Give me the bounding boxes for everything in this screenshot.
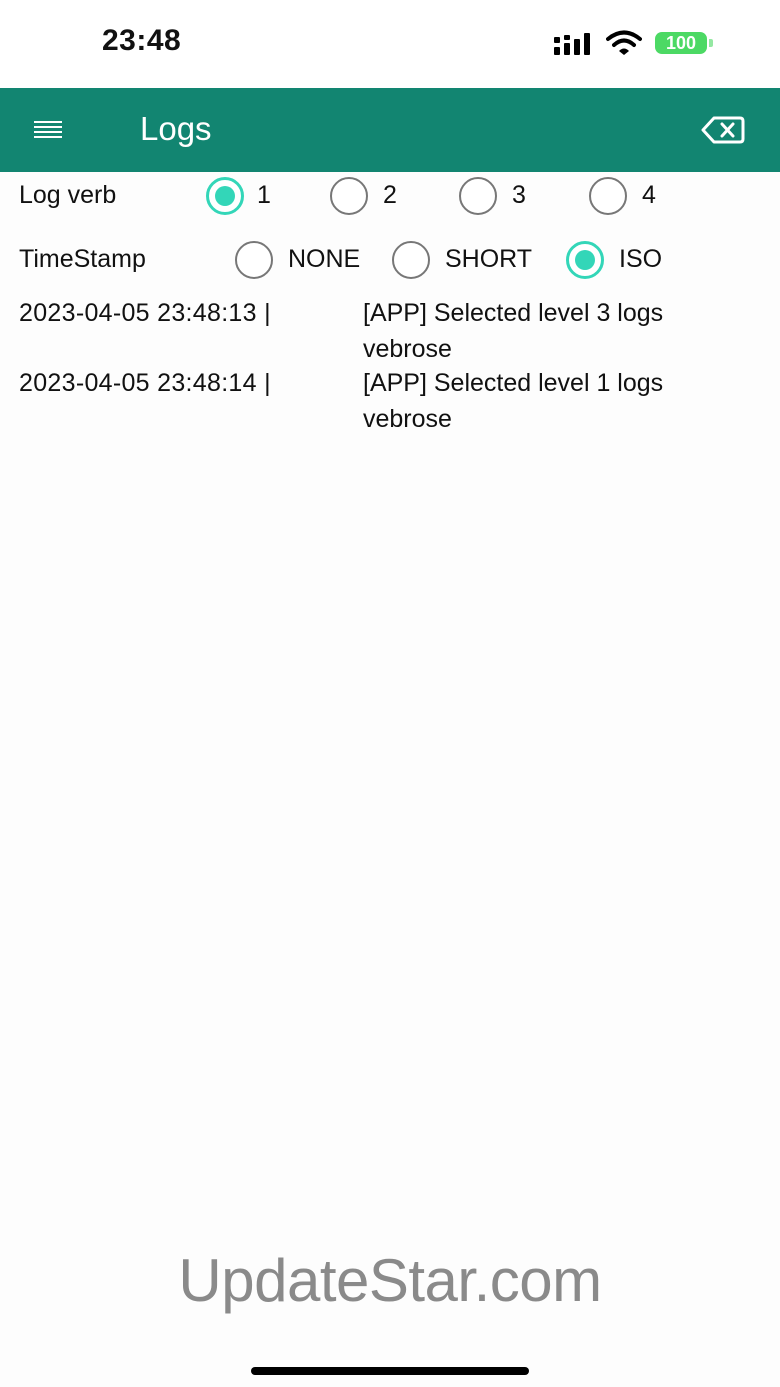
- log-verb-label: Log verb: [19, 181, 117, 209]
- wifi-icon: [606, 30, 642, 55]
- menu-bar-line: [34, 121, 62, 123]
- app-bar: Logs: [0, 88, 780, 172]
- status-time: 23:48: [102, 24, 182, 57]
- log-verb-radio-1[interactable]: [206, 177, 244, 215]
- page-title: Logs: [140, 110, 212, 147]
- log-verb-option-label: 2: [383, 181, 397, 209]
- menu-button[interactable]: [26, 110, 70, 150]
- screen: 23:48 100 Logs Log verb 1 2 3 4 TimeStam…: [0, 0, 780, 1387]
- battery-icon: 100: [655, 32, 713, 54]
- log-verb-option-label: 4: [642, 181, 656, 209]
- log-verb-radio-4[interactable]: [589, 177, 627, 215]
- log-verb-option-label: 1: [257, 181, 271, 209]
- timestamp-radio-none[interactable]: [235, 241, 273, 279]
- timestamp-label: TimeStamp: [19, 245, 146, 273]
- timestamp-option-label: ISO: [619, 245, 663, 273]
- battery-level: 100: [655, 32, 707, 54]
- log-entry-timestamp: 2023-04-05 23:48:13 |: [19, 299, 271, 327]
- log-verb-radio-2[interactable]: [330, 177, 368, 215]
- log-verb-option-label: 3: [512, 181, 526, 209]
- menu-bar-line: [34, 136, 62, 138]
- signal-icon: [554, 33, 590, 55]
- menu-bar-line: [34, 131, 62, 133]
- status-bar: 23:48 100: [0, 0, 780, 88]
- timestamp-radio-iso[interactable]: [566, 241, 604, 279]
- watermark: UpdateStar.com: [178, 1247, 602, 1314]
- home-indicator[interactable]: [251, 1367, 529, 1375]
- timestamp-option-label: NONE: [288, 245, 361, 273]
- battery-cap: [709, 39, 713, 47]
- log-entry-timestamp: 2023-04-05 23:48:14 |: [19, 369, 271, 397]
- timestamp-radio-short[interactable]: [392, 241, 430, 279]
- menu-bar-line: [34, 126, 62, 128]
- timestamp-option-label: SHORT: [445, 245, 533, 273]
- log-verb-radio-3[interactable]: [459, 177, 497, 215]
- log-entry-message: [APP] Selected level 1 logs vebrose: [363, 369, 664, 433]
- backspace-clear-icon[interactable]: [700, 112, 746, 148]
- log-entry-message: [APP] Selected level 3 logs vebrose: [363, 299, 664, 363]
